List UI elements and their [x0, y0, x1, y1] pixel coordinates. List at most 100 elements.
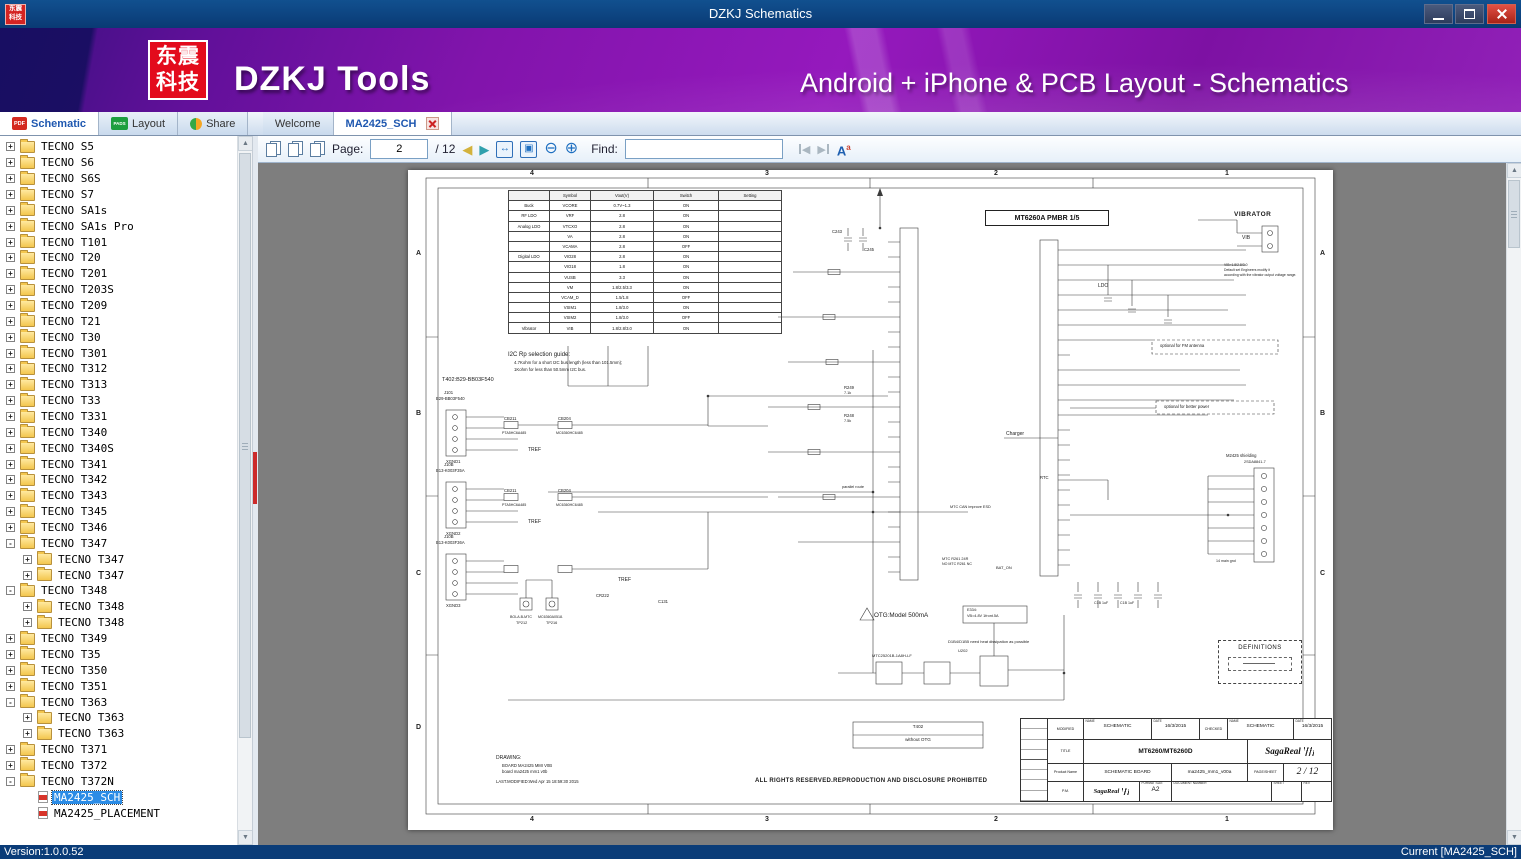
document-viewport[interactable]: SymbolVout(V)SwitchSettingBuckVCORE0.7V~…: [258, 163, 1506, 845]
tree-item-tecno-sa1s[interactable]: +TECNO SA1s: [0, 202, 237, 218]
tree-item-tecno-s6[interactable]: +TECNO S6: [0, 155, 237, 171]
tree-item-tecno-t340[interactable]: +TECNO T340: [0, 424, 237, 440]
find-input[interactable]: [625, 139, 783, 159]
doc-tab-ma2425_sch[interactable]: MA2425_SCH: [334, 112, 453, 135]
doc-tab-welcome[interactable]: Welcome: [263, 112, 334, 135]
tree-item-tecno-t348[interactable]: +TECNO T348: [0, 599, 237, 615]
expand-icon[interactable]: +: [6, 174, 15, 183]
scroll-up-icon[interactable]: ▲: [238, 136, 253, 151]
fit-width-icon[interactable]: ↔: [496, 141, 513, 158]
tree-item-tecno-t35[interactable]: +TECNO T35: [0, 647, 237, 663]
page-number-input[interactable]: [370, 139, 428, 159]
collapse-icon[interactable]: -: [6, 586, 15, 595]
expand-icon[interactable]: +: [6, 666, 15, 675]
minimize-button[interactable]: [1424, 4, 1453, 24]
collapse-icon[interactable]: -: [6, 539, 15, 548]
splitter-handle[interactable]: [253, 452, 257, 504]
tab-schematic[interactable]: PDFSchematic: [0, 112, 99, 135]
expand-icon[interactable]: +: [6, 444, 15, 453]
search-next-icon[interactable]: ▶: [817, 143, 829, 156]
tab-layout[interactable]: PADSLayout: [99, 112, 178, 135]
search-previous-icon[interactable]: ◀: [798, 143, 810, 156]
expand-icon[interactable]: +: [6, 380, 15, 389]
tree-item-ma2425-sch[interactable]: MA2425_SCH: [0, 789, 237, 805]
tree-item-tecno-t372n[interactable]: -TECNO T372N: [0, 773, 237, 789]
expand-icon[interactable]: +: [6, 761, 15, 770]
previous-page-icon[interactable]: ◀: [462, 143, 472, 156]
tree-item-tecno-t363[interactable]: +TECNO T363: [0, 710, 237, 726]
next-page-icon[interactable]: ▶: [479, 143, 489, 156]
expand-icon[interactable]: +: [6, 491, 15, 500]
expand-icon[interactable]: +: [23, 555, 32, 564]
expand-icon[interactable]: +: [6, 682, 15, 691]
tree-item-tecno-t101[interactable]: +TECNO T101: [0, 234, 237, 250]
pages-icon-2[interactable]: [288, 141, 303, 157]
tree-item-tecno-t350[interactable]: +TECNO T350: [0, 662, 237, 678]
expand-icon[interactable]: +: [6, 475, 15, 484]
expand-icon[interactable]: +: [6, 364, 15, 373]
tree-item-tecno-t345[interactable]: +TECNO T345: [0, 504, 237, 520]
tree-item-tecno-t363[interactable]: +TECNO T363: [0, 726, 237, 742]
zoom-in-icon[interactable]: ⊕: [565, 141, 578, 157]
tree-item-tecno-t372[interactable]: +TECNO T372: [0, 758, 237, 774]
expand-icon[interactable]: +: [6, 301, 15, 310]
tree-item-tecno-t313[interactable]: +TECNO T313: [0, 377, 237, 393]
fit-page-icon[interactable]: ▣: [520, 141, 537, 158]
close-button[interactable]: [1487, 4, 1516, 24]
pages-icon-1[interactable]: [266, 141, 281, 157]
expand-icon[interactable]: +: [6, 238, 15, 247]
tree-item-tecno-t21[interactable]: +TECNO T21: [0, 313, 237, 329]
scroll-down-icon[interactable]: ▼: [238, 830, 253, 845]
tree-item-tecno-t371[interactable]: +TECNO T371: [0, 742, 237, 758]
tree-item-tecno-t351[interactable]: +TECNO T351: [0, 678, 237, 694]
document-scrollbar[interactable]: ▲ ▼: [1506, 163, 1521, 845]
expand-icon[interactable]: +: [6, 412, 15, 421]
tree-item-tecno-t343[interactable]: +TECNO T343: [0, 488, 237, 504]
tree-item-tecno-t342[interactable]: +TECNO T342: [0, 472, 237, 488]
close-tab-icon[interactable]: [426, 117, 439, 130]
document-scrollbar-thumb[interactable]: [1508, 180, 1520, 248]
expand-icon[interactable]: +: [23, 618, 32, 627]
tree-item-tecno-t341[interactable]: +TECNO T341: [0, 456, 237, 472]
tree-item-tecno-t347[interactable]: -TECNO T347: [0, 535, 237, 551]
expand-icon[interactable]: +: [6, 634, 15, 643]
tree-item-tecno-sa1s-pro[interactable]: +TECNO SA1s Pro: [0, 218, 237, 234]
tree-item-tecno-s7[interactable]: +TECNO S7: [0, 187, 237, 203]
tree-item-tecno-t349[interactable]: +TECNO T349: [0, 631, 237, 647]
zoom-out-icon[interactable]: ⊖: [544, 141, 557, 157]
tree-item-tecno-t203s[interactable]: +TECNO T203S: [0, 282, 237, 298]
expand-icon[interactable]: +: [6, 142, 15, 151]
expand-icon[interactable]: +: [6, 285, 15, 294]
expand-icon[interactable]: +: [23, 713, 32, 722]
scroll-down-icon[interactable]: ▼: [1507, 830, 1521, 845]
tree-item-tecno-t331[interactable]: +TECNO T331: [0, 409, 237, 425]
tree-item-tecno-s6s[interactable]: +TECNO S6S: [0, 171, 237, 187]
tree-item-tecno-s5[interactable]: +TECNO S5: [0, 139, 237, 155]
expand-icon[interactable]: +: [6, 206, 15, 215]
expand-icon[interactable]: +: [6, 269, 15, 278]
expand-icon[interactable]: +: [23, 571, 32, 580]
expand-icon[interactable]: +: [6, 523, 15, 532]
font-size-icon[interactable]: Aa: [837, 141, 851, 157]
sidebar-scrollbar[interactable]: ▲ ▼: [237, 136, 252, 845]
tree-item-tecno-t301[interactable]: +TECNO T301: [0, 345, 237, 361]
expand-icon[interactable]: +: [23, 729, 32, 738]
expand-icon[interactable]: +: [6, 745, 15, 754]
tree-item-tecno-t20[interactable]: +TECNO T20: [0, 250, 237, 266]
expand-icon[interactable]: +: [6, 190, 15, 199]
tree-item-tecno-t348[interactable]: +TECNO T348: [0, 615, 237, 631]
tree-item-tecno-t363[interactable]: -TECNO T363: [0, 694, 237, 710]
expand-icon[interactable]: +: [6, 396, 15, 405]
tree-item-tecno-t348[interactable]: -TECNO T348: [0, 583, 237, 599]
tab-share[interactable]: Share: [178, 112, 248, 135]
tree-item-tecno-t209[interactable]: +TECNO T209: [0, 298, 237, 314]
tree-item-tecno-t346[interactable]: +TECNO T346: [0, 520, 237, 536]
tree-item-ma2425-placement[interactable]: MA2425_PLACEMENT: [0, 805, 237, 821]
pages-icon-3[interactable]: [310, 141, 325, 157]
expand-icon[interactable]: +: [6, 317, 15, 326]
maximize-button[interactable]: [1455, 4, 1484, 24]
tree-item-tecno-t201[interactable]: +TECNO T201: [0, 266, 237, 282]
sidebar-scrollbar-thumb[interactable]: [239, 153, 251, 738]
expand-icon[interactable]: +: [6, 253, 15, 262]
expand-icon[interactable]: +: [6, 349, 15, 358]
